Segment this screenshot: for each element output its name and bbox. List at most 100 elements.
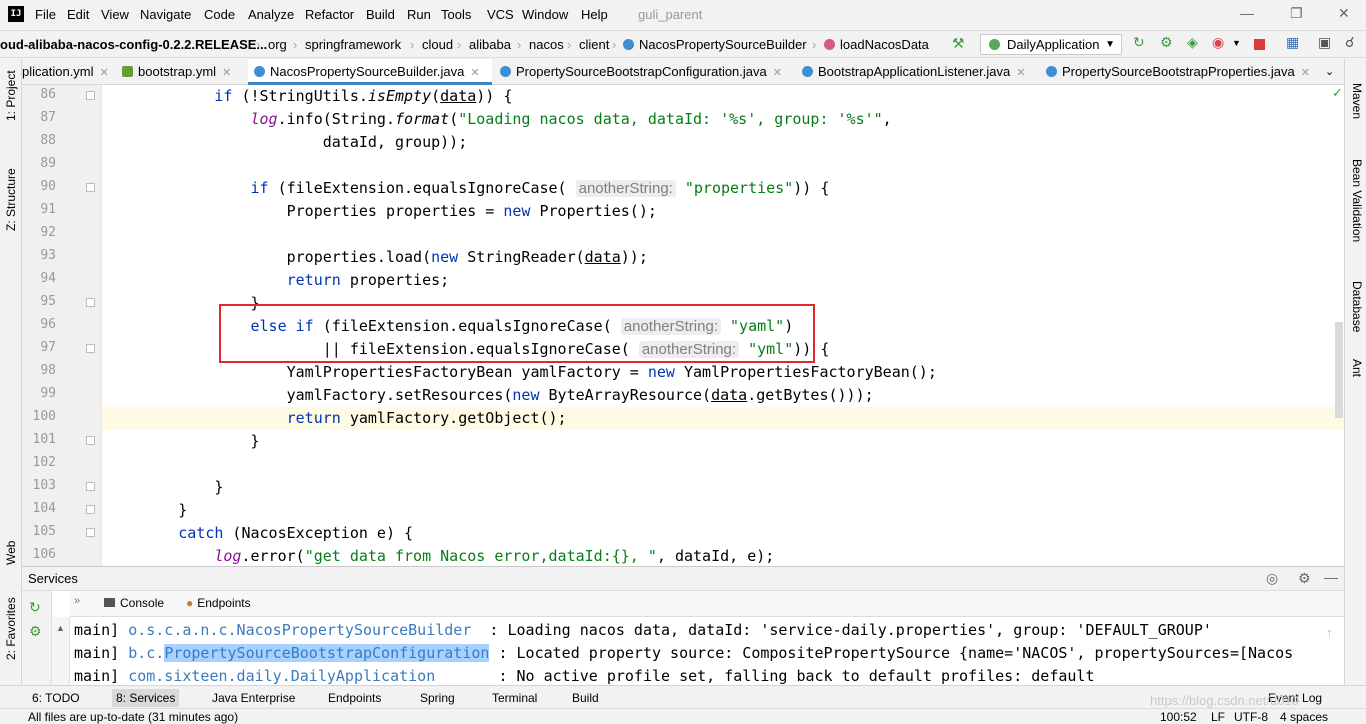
menu-analyze[interactable]: Analyze (248, 7, 294, 22)
breadcrumb-client[interactable]: client (579, 37, 609, 52)
menu-build[interactable]: Build (366, 7, 395, 22)
rerun-service-icon[interactable]: ↻ (29, 599, 41, 616)
code-line[interactable]: } (106, 430, 259, 453)
profile-icon[interactable]: ◉ (1212, 34, 1226, 50)
fold-marker-icon[interactable] (86, 298, 95, 307)
line-separator[interactable]: LF (1211, 710, 1225, 724)
tool-window-maven[interactable]: Maven (1350, 83, 1364, 119)
scroll-to-top-icon[interactable]: ↑ (1326, 625, 1333, 640)
menu-window[interactable]: Window (522, 7, 568, 22)
rerun-icon[interactable]: ↻ (1133, 34, 1147, 50)
code-line[interactable]: if (!StringUtils.isEmpty(data)) { (106, 85, 512, 108)
menu-help[interactable]: Help (581, 7, 608, 22)
stop-icon[interactable] (1254, 39, 1265, 50)
breadcrumb-springframework[interactable]: springframework (305, 37, 401, 52)
hide-panel-icon[interactable]: — (1324, 569, 1338, 585)
code-line[interactable]: dataId, group)); (106, 131, 468, 154)
inspection-ok-icon[interactable]: ✓ (1332, 85, 1343, 101)
log-logger-link[interactable]: b.c.PropertySourceBootstrapConfiguration (128, 644, 490, 662)
close-tab-icon[interactable]: ✕ (773, 67, 782, 79)
run-configuration-select[interactable]: DailyApplication ▼ (980, 34, 1122, 55)
code-line[interactable]: return properties; (106, 269, 450, 292)
collapse-chevron-icon[interactable]: » (74, 595, 80, 607)
tool-window-web[interactable]: Web (4, 535, 18, 565)
debug-icon[interactable]: ⚙ (1160, 34, 1174, 50)
tool-window-database[interactable]: Database (1350, 281, 1364, 332)
more-run-chevron-icon[interactable]: ▼ (1232, 38, 1246, 52)
close-tab-icon[interactable]: ✕ (100, 67, 109, 79)
breadcrumb-org[interactable]: org (268, 37, 287, 52)
tool-window-structure[interactable]: Z: Structure (4, 151, 18, 231)
tool-tab-services[interactable]: 8: Services (112, 689, 180, 707)
tool-window-project[interactable]: 1: Project (4, 65, 18, 121)
maximize-icon[interactable]: ❐ (1290, 5, 1303, 22)
tool-window-bean-validation[interactable]: Bean Validation (1350, 159, 1364, 242)
tool-tab-endpoints[interactable]: Endpoints (324, 689, 385, 707)
breadcrumb-cloud[interactable]: cloud (422, 37, 453, 52)
fold-marker-icon[interactable] (86, 344, 95, 353)
close-icon[interactable]: ✕ (1338, 5, 1350, 22)
tab-bootstrap-application-listener[interactable]: BootstrapApplicationListener.java ✕ (796, 59, 1040, 85)
tab-property-source-bootstrap-configuration[interactable]: PropertySourceBootstrapConfiguration.jav… (494, 59, 792, 85)
build-hammer-icon[interactable]: ⚒ (952, 35, 966, 51)
menu-run[interactable]: Run (407, 7, 431, 22)
log-line[interactable]: main] b.c.PropertySourceBootstrapConfigu… (74, 642, 1293, 665)
fold-marker-icon[interactable] (86, 436, 95, 445)
close-tab-icon[interactable]: ✕ (1016, 67, 1025, 79)
close-tab-icon[interactable]: ✕ (1301, 67, 1310, 79)
fold-marker-icon[interactable] (86, 505, 95, 514)
menu-navigate[interactable]: Navigate (140, 7, 191, 22)
indent-setting[interactable]: 4 spaces (1280, 710, 1328, 724)
fold-marker-icon[interactable] (86, 91, 95, 100)
breadcrumb-nacos[interactable]: nacos (529, 37, 564, 52)
code-line[interactable]: Properties properties = new Properties()… (106, 200, 657, 223)
coverage-icon[interactable]: ◈ (1187, 34, 1201, 50)
code-line[interactable]: if (fileExtension.equalsIgnoreCase( anot… (106, 177, 829, 200)
code-line[interactable]: return yamlFactory.getObject(); (106, 407, 567, 430)
tool-window-favorites[interactable]: 2: Favorites (4, 597, 18, 660)
code-line[interactable]: catch (NacosException e) { (106, 522, 413, 545)
gear-icon[interactable]: ⚙ (1298, 570, 1311, 587)
tabs-overflow-chevron-icon[interactable]: ⌄ (1325, 59, 1334, 85)
toolbar-window-icon[interactable]: ▣ (1318, 34, 1332, 50)
code-line[interactable]: log.info(String.format("Loading nacos da… (106, 108, 892, 131)
code-line[interactable]: } (106, 499, 187, 522)
close-tab-icon[interactable]: ✕ (222, 67, 231, 79)
log-logger-link[interactable]: o.s.c.a.n.c.NacosPropertySourceBuilder (128, 621, 471, 639)
fold-marker-icon[interactable] (86, 482, 95, 491)
project-structure-icon[interactable]: ▦ (1286, 34, 1300, 50)
menu-vcs[interactable]: VCS (487, 7, 514, 22)
caret-position[interactable]: 100:52 (1160, 710, 1197, 724)
tool-tab-terminal[interactable]: Terminal (488, 689, 541, 707)
tab-endpoints[interactable]: ● Endpoints (186, 596, 251, 610)
log-logger-link[interactable]: com.sixteen.daily.DailyApplication (128, 667, 435, 685)
close-tab-icon[interactable]: ✕ (470, 67, 479, 79)
breadcrumb-module[interactable]: oud-alibaba-nacos-config-0.2.2.RELEASE..… (0, 37, 267, 52)
log-line[interactable]: main] o.s.c.a.n.c.NacosPropertySourceBui… (74, 619, 1212, 642)
tool-tab-todo[interactable]: 6: TODO (28, 689, 84, 707)
menu-refactor[interactable]: Refactor (305, 7, 354, 22)
editor-scrollbar[interactable] (1335, 322, 1343, 418)
tab-property-source-bootstrap-properties[interactable]: PropertySourceBootstrapProperties.java ✕ (1040, 59, 1320, 85)
debug-service-icon[interactable]: ⚙ (29, 623, 42, 640)
breadcrumb-alibaba[interactable]: alibaba (469, 37, 511, 52)
menu-edit[interactable]: Edit (67, 7, 89, 22)
menu-tools[interactable]: Tools (441, 7, 471, 22)
breadcrumb-method[interactable]: loadNacosData (824, 37, 929, 52)
code-line[interactable]: YamlPropertiesFactoryBean yamlFactory = … (106, 361, 937, 384)
search-icon[interactable]: ☌ (1345, 34, 1359, 50)
tab-console[interactable]: Console (104, 596, 164, 610)
code-line[interactable]: properties.load(new StringReader(data)); (106, 246, 648, 269)
fold-marker-icon[interactable] (86, 528, 95, 537)
code-line[interactable]: log.error("get data from Nacos error,dat… (106, 545, 774, 566)
tool-tab-build[interactable]: Build (568, 689, 603, 707)
tool-tab-spring[interactable]: Spring (416, 689, 459, 707)
tab-bootstrap-yml[interactable]: bootstrap.yml ✕ (118, 59, 244, 85)
tab-nacos-property-source-builder[interactable]: NacosPropertySourceBuilder.java ✕ (248, 59, 492, 85)
globe-icon[interactable]: ◎ (1266, 570, 1278, 587)
code-editor[interactable]: 86 87 88 89 90 91 92 93 94 95 96 97 98 9… (22, 85, 1344, 566)
file-encoding[interactable]: UTF-8 (1234, 710, 1268, 724)
tab-application-yml[interactable]: plication.yml ✕ (22, 59, 116, 85)
code-line[interactable]: yamlFactory.setResources(new ByteArrayRe… (106, 384, 874, 407)
tool-window-ant[interactable]: Ant (1350, 359, 1364, 377)
